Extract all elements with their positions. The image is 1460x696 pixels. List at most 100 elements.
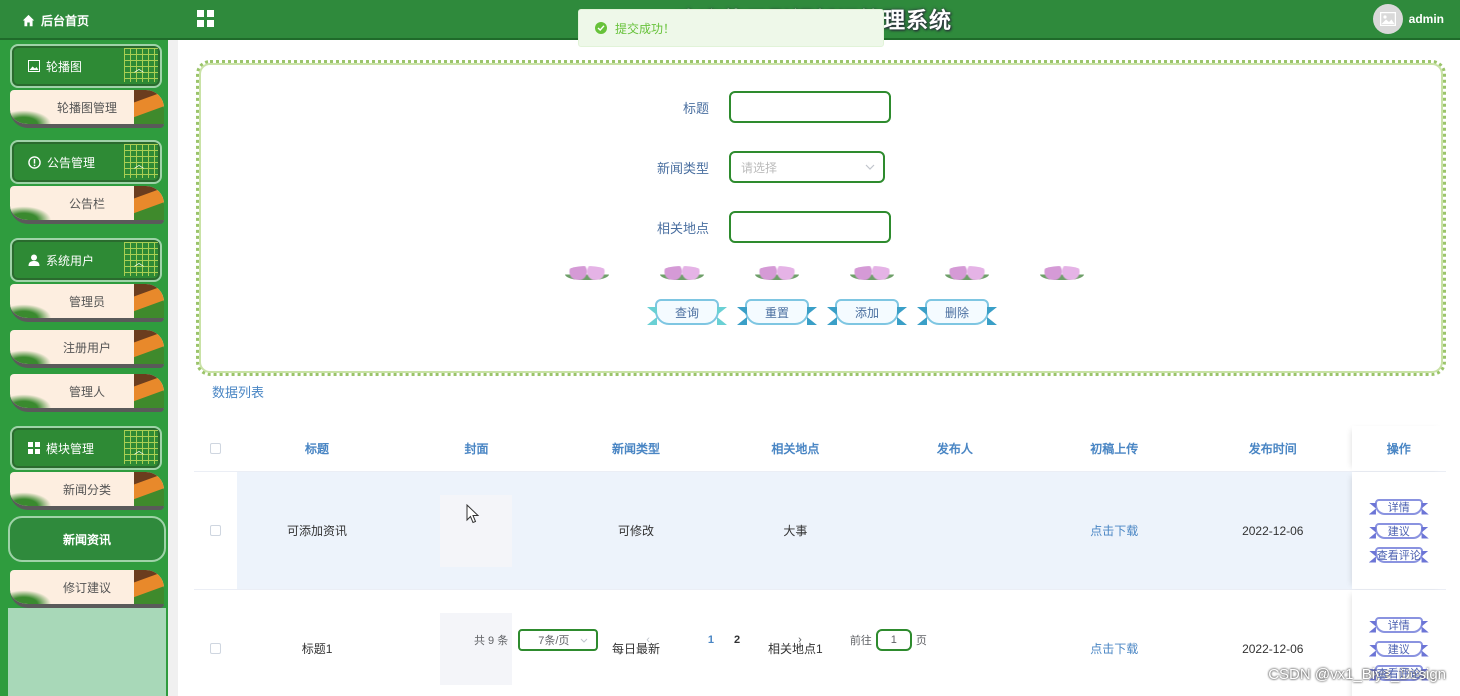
row-checkbox-cell[interactable] [194, 590, 237, 696]
page-number-2[interactable]: 2 [734, 634, 740, 646]
home-link[interactable]: 后台首页 [0, 0, 178, 40]
cell-title: 可添加资讯 [287, 524, 348, 538]
delete-button[interactable]: 删除 [917, 295, 997, 329]
cell-publish-time: 2022-12-06 [1242, 523, 1304, 538]
col-publisher: 发布人 [936, 442, 973, 456]
view-comments-button-label: 查看评论 [1376, 667, 1421, 680]
sidebar-group-modules[interactable]: 模块管理 ︿ [10, 426, 162, 470]
form-row-location: 相关地点 [629, 211, 891, 243]
prev-page-chevron-left-icon[interactable]: ‹ [646, 634, 650, 646]
col-location: 相关地点 [771, 442, 820, 456]
chevron-up-icon: ︿ [134, 64, 144, 75]
detail-button[interactable]: 详情 [1369, 497, 1429, 517]
suggest-button-label: 建议 [1387, 643, 1410, 656]
cell-publish-time: 2022-12-06 [1242, 641, 1304, 656]
sidebar-item-label: 管理人 [68, 384, 105, 399]
sidebar-group-system-users[interactable]: 系统用户 ︿ [10, 238, 162, 282]
user-menu[interactable]: admin [1372, 4, 1444, 34]
sidebar-group-notice[interactable]: 公告管理 ︿ [10, 140, 162, 184]
total-count: 共 9 条 [474, 635, 509, 647]
flower-icon [754, 266, 799, 280]
chevron-up-icon: ︿ [134, 446, 144, 457]
cell-draft-upload: 点击下载 [1035, 640, 1194, 657]
download-link[interactable]: 点击下载 [1090, 642, 1138, 656]
reset-button[interactable]: 重置 [737, 295, 817, 329]
sidebar-item-managers[interactable]: 管理人 [10, 374, 164, 412]
sidebar-group-label: 轮播图 [46, 59, 83, 74]
query-button-label: 查询 [674, 305, 699, 320]
form-row-title: 标题 [629, 91, 891, 123]
row-checkbox-cell[interactable] [194, 472, 238, 589]
col-cover: 封面 [464, 442, 489, 456]
page-size-select[interactable]: 7条/页 [518, 629, 599, 651]
mouse-cursor-icon [466, 504, 480, 524]
table-header: 标题 封面 新闻类型 相关地点 发布人 初稿上传 发布时间 操作 [194, 426, 1446, 472]
col-title: 标题 [305, 442, 330, 456]
location-input[interactable] [729, 211, 891, 243]
detail-button[interactable]: 详情 [1369, 615, 1429, 635]
sidebar-item-carousel-manage[interactable]: 轮播图管理 [10, 90, 164, 128]
toast-message: 提交成功！ [615, 21, 676, 36]
chevron-down-icon [580, 638, 588, 643]
detail-button-label: 详情 [1387, 619, 1410, 632]
download-link[interactable]: 点击下载 [1090, 524, 1138, 538]
news-type-placeholder: 请选择 [741, 160, 778, 175]
home-icon [22, 14, 35, 26]
sidebar-item-bulletin[interactable]: 公告栏 [10, 186, 164, 224]
page-number-1[interactable]: 1 [708, 634, 714, 646]
news-table: 标题 封面 新闻类型 相关地点 发布人 初稿上传 发布时间 操作 可添加资讯 可… [194, 426, 1446, 696]
page-size-value: 7条/页 [538, 635, 570, 647]
sidebar-item-label: 修订建议 [62, 580, 111, 595]
next-page-chevron-right-icon[interactable]: › [798, 634, 802, 646]
sidebar-lower-panel [8, 608, 166, 696]
sidebar: 轮播图 ︿ 轮播图管理 公告管理 ︿ 公告栏 系统用户 ︿ 管理员 注册用户 管… [0, 40, 178, 696]
row-checkbox[interactable] [210, 525, 222, 536]
flower-icon [1039, 266, 1084, 280]
sidebar-item-label: 管理员 [68, 294, 105, 309]
flower-icon [849, 266, 894, 280]
sidebar-item-registered-users[interactable]: 注册用户 [10, 330, 164, 368]
suggest-button-label: 建议 [1387, 525, 1410, 538]
suggest-button[interactable]: 建议 [1369, 521, 1429, 541]
select-all-checkbox[interactable] [210, 443, 222, 454]
location-label: 相关地点 [656, 220, 709, 236]
view-comments-button[interactable]: 查看评论 [1369, 545, 1429, 565]
avatar [1372, 4, 1403, 34]
sidebar-group-label: 公告管理 [47, 155, 96, 170]
user-icon [28, 254, 40, 266]
goto-suffix: 页 [915, 635, 927, 647]
image-icon [28, 60, 40, 72]
app-window: 后台首页 欢迎使用影视新闻管理系统 admin 提交成功！ 轮播图 ︿ 轮播图管… [0, 0, 1460, 696]
cell-draft-upload: 点击下载 [1035, 522, 1194, 539]
news-type-select[interactable]: 请选择 [729, 151, 885, 183]
col-draft-upload: 初稿上传 [1090, 442, 1139, 456]
goto-page-input[interactable]: 1 [875, 629, 912, 651]
goto-prefix: 前往 [849, 635, 872, 647]
row-checkbox[interactable] [210, 643, 222, 654]
sidebar-item-revision-suggestions[interactable]: 修订建议 [10, 570, 164, 608]
sidebar-item-admin[interactable]: 管理员 [10, 284, 164, 322]
view-comments-button[interactable]: 查看评论 [1369, 663, 1429, 683]
flower-decoration [539, 263, 1109, 283]
chevron-up-icon: ︿ [134, 258, 144, 269]
col-news-type: 新闻类型 [611, 442, 660, 456]
grid-icon [28, 442, 40, 454]
sidebar-item-news-category[interactable]: 新闻分类 [10, 472, 164, 510]
add-button[interactable]: 添加 [827, 295, 907, 329]
select-all-checkbox-cell[interactable] [194, 426, 237, 471]
search-form: 标题 新闻类型 请选择 相关地点 查询 重置 添加 删除 [196, 60, 1446, 376]
cell-title: 标题1 [301, 642, 333, 656]
col-publish-time: 发布时间 [1248, 442, 1297, 456]
title-label: 标题 [682, 100, 709, 116]
user-name: admin [1408, 12, 1444, 26]
suggest-button[interactable]: 建议 [1369, 639, 1429, 659]
query-button[interactable]: 查询 [647, 295, 727, 329]
sidebar-group-carousel[interactable]: 轮播图 ︿ [10, 44, 162, 88]
sidebar-toggle-grid-icon[interactable] [196, 9, 216, 29]
sidebar-group-label: 模块管理 [46, 441, 95, 456]
title-input[interactable] [729, 91, 891, 123]
news-type-label: 新闻类型 [656, 160, 709, 176]
main-content: 标题 新闻类型 请选择 相关地点 查询 重置 添加 删除 数据列表 标题 封面 … [178, 42, 1460, 696]
check-circle-icon [595, 22, 607, 34]
sidebar-item-news-info[interactable]: 新闻资讯 [8, 516, 166, 562]
